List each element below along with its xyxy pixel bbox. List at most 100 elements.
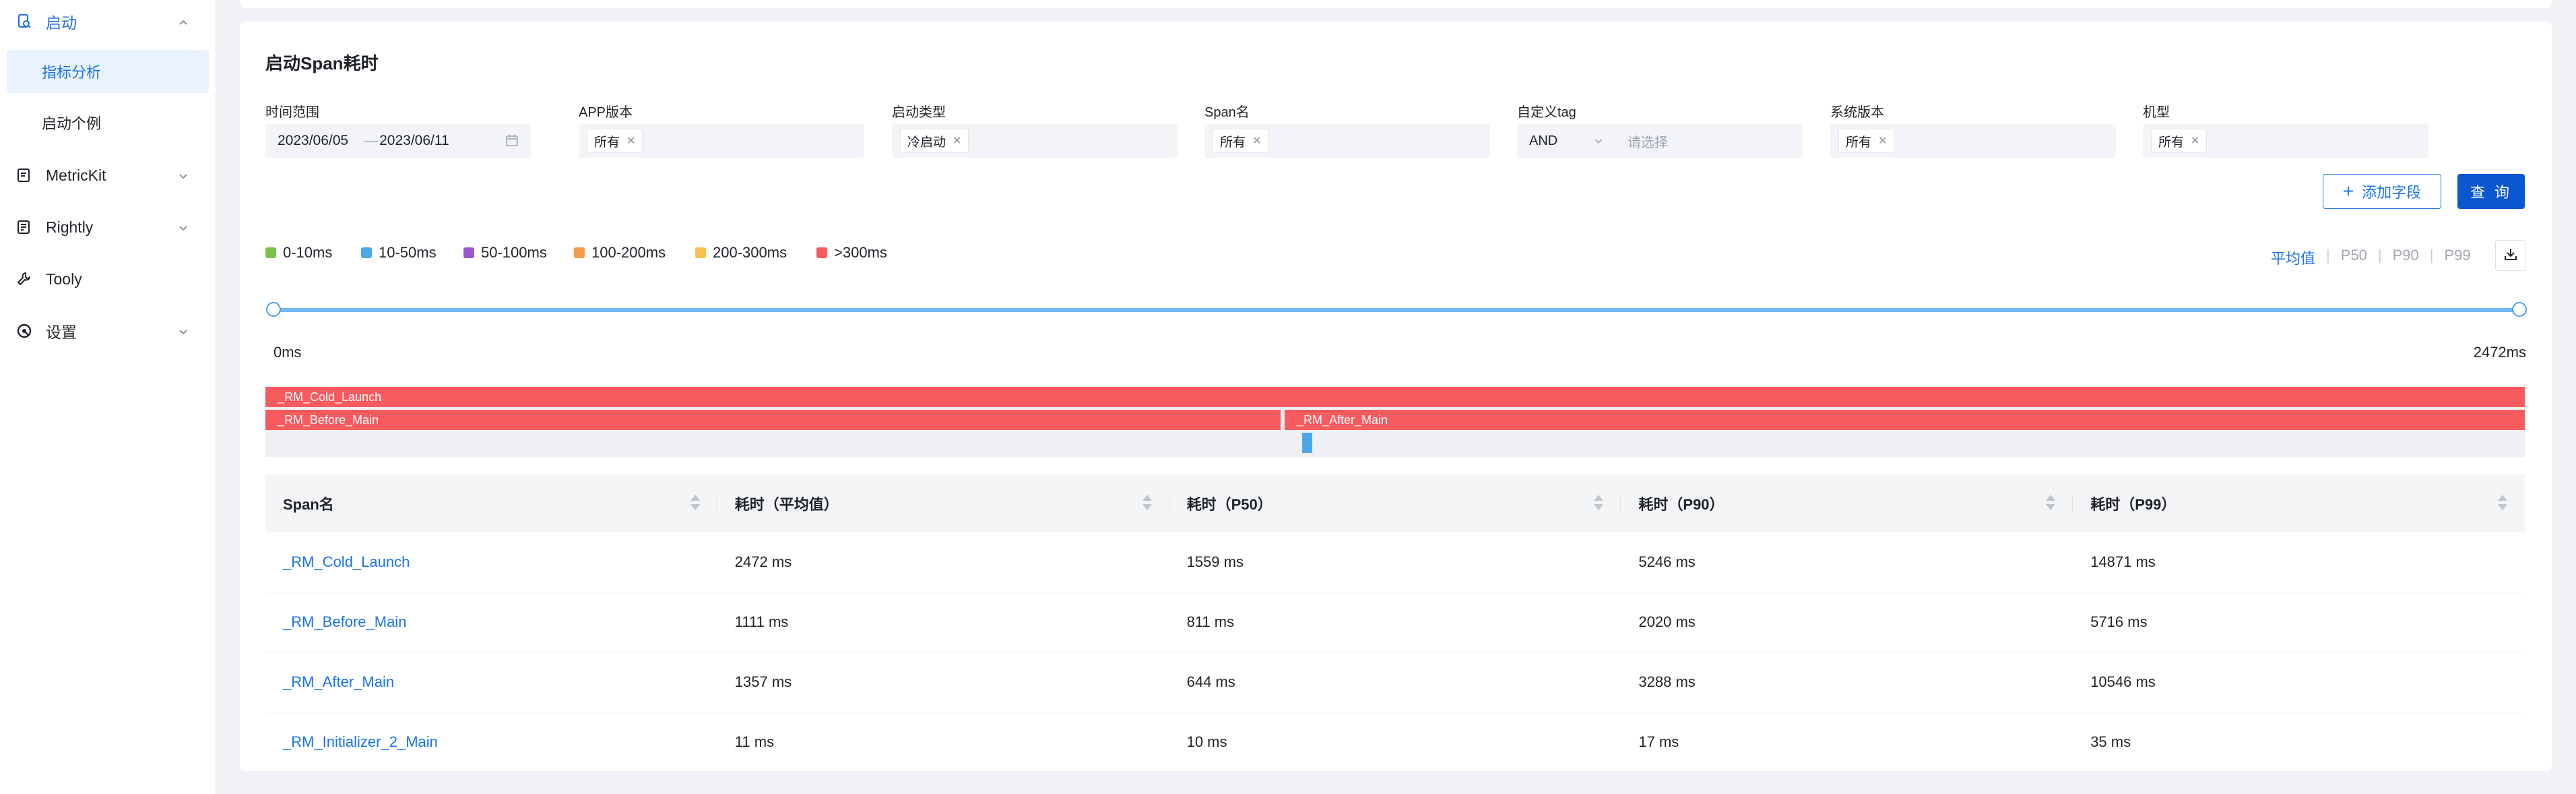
stat-option-p90[interactable]: P90 (2393, 247, 2419, 268)
span-name-label: Span名 (1204, 105, 1250, 120)
table-row: _RM_Before_Main 1111 ms 811 ms 2020 ms 5… (265, 592, 2525, 652)
flame-bar-rm-before-main[interactable]: _RM_Before_Main (265, 410, 1281, 430)
table-cell: 1357 ms (734, 673, 792, 690)
stat-option-p99[interactable]: P99 (2444, 247, 2470, 268)
tag-label: 所有 (594, 135, 620, 150)
flame-bar-rm-initializer-2-main[interactable] (1302, 433, 1312, 453)
download-button[interactable] (2495, 240, 2526, 271)
chevron-down-icon (176, 169, 190, 182)
legend-item: 10-50ms (361, 244, 437, 262)
column-header-p99[interactable]: 耗时（P99） (2073, 475, 2525, 532)
query-button[interactable]: 查 询 (2457, 174, 2525, 209)
table-cell: 14871 ms (2090, 553, 2156, 570)
range-slider-max-handle[interactable] (2512, 302, 2527, 317)
sidebar-item-label: MetricKit (46, 166, 106, 184)
date-range-picker[interactable]: 2023/06/05 — 2023/06/11 (265, 124, 531, 158)
sidebar-item-rightly[interactable]: Rightly (0, 206, 209, 249)
date-separator: — (364, 133, 379, 148)
custom-tag-filter: AND 请选择 (1517, 124, 1803, 158)
table-cell: 3288 ms (1638, 673, 1696, 690)
span-name-link[interactable]: _RM_Initializer_2_Main (265, 712, 717, 772)
legend-item: 100-200ms (574, 244, 666, 262)
range-slider-track[interactable] (273, 308, 2519, 312)
sidebar-item-metrickit[interactable]: MetricKit (0, 154, 209, 197)
sidebar-item-tooly[interactable]: Tooly (0, 257, 209, 301)
stat-separator: | (2326, 247, 2330, 264)
close-icon[interactable]: ✕ (1252, 134, 1261, 148)
table-cell: 10546 ms (2090, 673, 2156, 690)
close-icon[interactable]: ✕ (1878, 134, 1887, 148)
tag-select[interactable]: 请选择 (1628, 131, 1668, 151)
legend-label: 50-100ms (481, 244, 547, 261)
column-title: 耗时（P50） (1186, 496, 1273, 513)
column-header-p50[interactable]: 耗时（P50） (1169, 475, 1621, 532)
sidebar-subitem-cases[interactable]: 启动个例 (0, 101, 209, 144)
sidebar: 启动 指标分析 启动个例 MetricKit Rightly Tooly 设置 (0, 0, 216, 794)
sort-icon[interactable] (690, 495, 700, 512)
span-name-select[interactable]: 所有 ✕ (1204, 124, 1490, 158)
flame-bar-rm-after-main[interactable]: _RM_After_Main (1285, 410, 2525, 430)
column-header-p90[interactable]: 耗时（P90） (1621, 475, 2073, 532)
legend-label: 200-300ms (713, 244, 787, 261)
date-start[interactable]: 2023/06/05 (278, 133, 348, 149)
sort-icon[interactable] (1594, 495, 1604, 512)
close-icon[interactable]: ✕ (626, 134, 635, 148)
rightly-doc-icon (15, 218, 34, 237)
tag-label: 所有 (1220, 135, 1246, 150)
table-cell: 5246 ms (1638, 553, 1696, 570)
device-model-tag: 所有 ✕ (2151, 129, 2208, 153)
sort-icon[interactable] (2046, 495, 2056, 512)
operator-value: AND (1529, 133, 1558, 148)
operator-select[interactable]: AND (1529, 133, 1610, 149)
add-field-button[interactable]: + 添加字段 (2323, 174, 2441, 209)
legend-swatch (695, 247, 706, 258)
range-max-label: 2472ms (2473, 344, 2526, 361)
date-end[interactable]: 2023/06/11 (379, 133, 449, 149)
table-cell: 1111 ms (734, 613, 789, 630)
column-header-avg[interactable]: 耗时（平均值） (717, 475, 1169, 532)
legend-swatch (574, 247, 585, 258)
sort-icon[interactable] (1142, 495, 1152, 512)
close-icon[interactable]: ✕ (2191, 134, 2199, 148)
download-icon (2503, 247, 2518, 265)
stat-option-avg[interactable]: 平均值 (2271, 247, 2315, 268)
legend-swatch (463, 247, 474, 258)
close-icon[interactable]: ✕ (953, 134, 961, 148)
legend-label: 0-10ms (283, 244, 333, 261)
sidebar-item-label: 设置 (46, 324, 77, 341)
legend-item: 50-100ms (463, 244, 547, 262)
chevron-up-icon (176, 15, 190, 28)
span-name-link[interactable]: _RM_Cold_Launch (265, 532, 717, 592)
card-title: 启动Span耗时 (265, 53, 379, 73)
launch-type-select[interactable]: 冷启动 ✕ (892, 124, 1178, 158)
span-name-link[interactable]: _RM_After_Main (265, 652, 717, 712)
column-title: Span名 (283, 496, 334, 513)
os-version-select[interactable]: 所有 ✕ (1830, 124, 2116, 158)
column-header-span-name[interactable]: Span名 (265, 475, 717, 532)
app-version-label: APP版本 (579, 105, 633, 120)
launch-type-label: 启动类型 (892, 105, 946, 120)
device-model-select[interactable]: 所有 ✕ (2143, 124, 2428, 158)
sidebar-item-label: Tooly (46, 270, 82, 288)
settings-gauge-icon (15, 322, 34, 340)
sidebar-item-settings[interactable]: 设置 (0, 309, 209, 353)
table-cell: 10 ms (1186, 733, 1227, 750)
span-name-link[interactable]: _RM_Before_Main (265, 592, 717, 652)
wrench-icon (15, 270, 34, 288)
column-title: 耗时（平均值） (734, 496, 839, 513)
legend-swatch (361, 247, 372, 258)
tag-label: 冷启动 (907, 135, 946, 150)
os-version-tag: 所有 ✕ (1838, 129, 1895, 153)
sidebar-item-launch[interactable]: 启动 (0, 0, 209, 43)
stat-option-p50[interactable]: P50 (2341, 247, 2367, 268)
span-name-tag: 所有 ✕ (1213, 129, 1269, 153)
flame-bar-rm-cold-launch[interactable]: _RM_Cold_Launch (265, 387, 2525, 407)
sort-icon[interactable] (2497, 495, 2507, 512)
time-range-label: 时间范围 (265, 105, 319, 120)
legend-label: 10-50ms (379, 244, 437, 261)
table-row: _RM_After_Main 1357 ms 644 ms 3288 ms 10… (265, 652, 2525, 712)
sidebar-subitem-metrics[interactable]: 指标分析 (7, 50, 209, 93)
range-slider-min-handle[interactable] (266, 302, 281, 317)
custom-tag-label: 自定义tag (1517, 105, 1576, 120)
app-version-select[interactable]: 所有 ✕ (579, 124, 864, 158)
